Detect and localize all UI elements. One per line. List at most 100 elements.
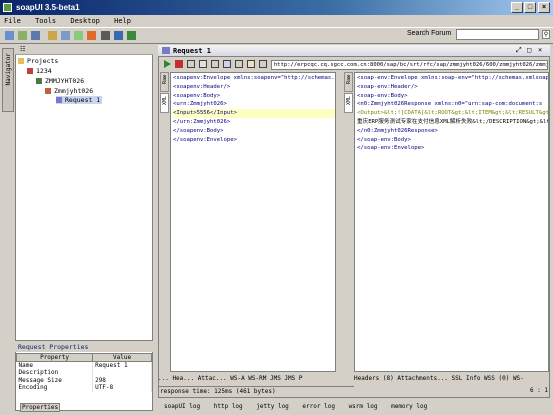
table-row[interactable]: Name Request 1 xyxy=(16,361,152,369)
table-row[interactable]: Encoding UTF-8 xyxy=(16,384,152,392)
left-raw-tab[interactable]: Raw xyxy=(160,72,169,92)
search-forum-input[interactable] xyxy=(456,29,539,40)
trial-icon[interactable] xyxy=(61,31,70,40)
navigator-header: ☷ xyxy=(15,45,153,55)
interface-icon xyxy=(36,78,42,84)
tree-label: Request 1 xyxy=(65,96,101,104)
tab-label: Raw xyxy=(346,75,352,85)
property-name: Message Size xyxy=(16,376,94,384)
property-name: Name xyxy=(16,361,94,369)
xml-line: </n0:Zmmjyht026Response> xyxy=(357,127,438,134)
navigator-tab[interactable]: Navigator xyxy=(2,48,14,112)
menu-help[interactable]: Help xyxy=(114,17,131,25)
response-time-status: response time: 125ms (461 bytes) xyxy=(158,386,354,396)
request-editor-titlebar: ⤢ □ × xyxy=(158,45,550,57)
log-tab-error[interactable]: error log xyxy=(302,403,335,410)
property-value[interactable]: Request 1 xyxy=(92,361,152,369)
column-header-property[interactable]: Property xyxy=(15,353,94,362)
menu-file[interactable]: File xyxy=(4,17,21,25)
save-all-icon[interactable] xyxy=(31,31,40,40)
close-button[interactable]: × xyxy=(538,2,550,13)
tree-item-project[interactable]: 1234 xyxy=(27,67,52,75)
proxy-icon[interactable] xyxy=(87,31,96,40)
log-tab-memory[interactable]: memory log xyxy=(391,403,427,410)
add-testcase-icon[interactable] xyxy=(223,60,231,68)
endpoint-url-field[interactable]: http://erpcqc.cq.sgcc.com.cn:8000/sap/bc… xyxy=(271,60,548,70)
response-bottom-tabs[interactable]: Headers (8) Attachments... SSL Info WSS … xyxy=(354,374,549,384)
tab-label: XML xyxy=(346,96,352,106)
xml-line: </soapenv:Envelope> xyxy=(173,136,237,143)
property-value[interactable] xyxy=(92,369,152,377)
new-project-icon[interactable] xyxy=(5,31,14,40)
submit-request-icon[interactable] xyxy=(164,60,171,68)
collapse-all-icon[interactable]: ☷ xyxy=(20,46,25,53)
table-row[interactable]: Description xyxy=(16,369,152,377)
import-project-icon[interactable] xyxy=(18,31,27,40)
soapui-logo-icon xyxy=(3,3,12,12)
clone-icon[interactable] xyxy=(211,60,219,68)
tools-icon[interactable] xyxy=(101,31,110,40)
help-icon[interactable] xyxy=(127,31,136,40)
tree-label: Zmmjyht026 xyxy=(54,87,94,95)
tab-label: XML xyxy=(162,96,168,106)
property-value[interactable]: UTF-8 xyxy=(92,384,152,392)
menu-desktop[interactable]: Desktop xyxy=(70,17,100,25)
forum-icon[interactable] xyxy=(48,31,57,40)
property-name: Description xyxy=(16,369,94,377)
response-xml-editor[interactable]: <soap-env:Envelope xmlns:soap-env="http:… xyxy=(354,72,549,372)
add-assertion-icon[interactable] xyxy=(235,60,243,68)
tile-icon[interactable] xyxy=(247,60,255,68)
xml-line: <Output>&lt;![CDATA[&lt;ROOT&gt;&lt;ITEM… xyxy=(357,110,549,117)
tab-label: Raw xyxy=(162,75,168,85)
column-header-value[interactable]: Value xyxy=(92,353,152,362)
log-tab-jetty[interactable]: jetty log xyxy=(256,403,289,410)
log-tab-soapui[interactable]: soapUI log xyxy=(164,403,200,410)
properties-tab-button[interactable]: Properties xyxy=(20,403,60,412)
right-xml-tab[interactable]: XML xyxy=(344,93,353,113)
window-title-bar: soapUI 3.5-beta1 _ □ × xyxy=(0,0,553,15)
menu-tools[interactable]: Tools xyxy=(35,17,56,25)
request-xml-editor[interactable]: <soapenv:Envelope xmlns:soapenv="http://… xyxy=(170,72,336,372)
console-icon[interactable] xyxy=(114,31,123,40)
create-empty-icon[interactable] xyxy=(187,60,195,68)
close-icon[interactable]: × xyxy=(538,46,542,54)
folder-icon xyxy=(18,58,24,64)
xml-line: </soap-env:Envelope> xyxy=(357,145,425,152)
preferences-icon[interactable] xyxy=(74,31,83,40)
maximize-button[interactable]: □ xyxy=(524,2,536,13)
xml-line: <n0:Zmmjyht026Response xmlns:n0="urn:sap… xyxy=(357,101,543,108)
xml-line: <soap-env:Header/> xyxy=(357,83,418,90)
request-bottom-tabs[interactable]: ... Hea... Attac... WS-A WS-RM JMS JMS P xyxy=(158,374,352,384)
navigator-tab-label: Navigator xyxy=(5,53,12,86)
property-value[interactable]: 298 xyxy=(92,376,152,384)
xml-line: <soap-env:Body> xyxy=(357,92,408,99)
xml-line: </soapenv:Body> xyxy=(173,127,224,134)
xml-line-input: <Input>5556</Input> xyxy=(173,109,335,118)
log-tab-wsrm[interactable]: wsrm log xyxy=(349,403,378,410)
maximize-icon[interactable]: □ xyxy=(527,46,531,54)
table-row[interactable]: Message Size 298 xyxy=(16,376,152,384)
search-go-icon[interactable]: ⚲ xyxy=(542,30,550,39)
recreate-icon[interactable] xyxy=(199,60,207,68)
properties-table: Property Value Name Request 1 Description … xyxy=(15,353,152,392)
xml-line: <soap-env:Envelope xmlns:soap-env="http:… xyxy=(357,75,549,81)
cancel-request-icon[interactable] xyxy=(175,60,183,68)
tree-item-projects[interactable]: Projects xyxy=(18,57,58,65)
right-raw-tab[interactable]: Raw xyxy=(344,72,353,92)
xml-line: <soapenv:Header/> xyxy=(173,83,231,90)
tree-item-request[interactable]: Request 1 xyxy=(56,96,103,104)
xml-line: 重庆ERP服务测试专家在支付信息XML解析失败&lt;/DESCRIPTION&… xyxy=(357,118,549,125)
request-icon xyxy=(56,97,62,103)
minimize-button[interactable]: _ xyxy=(511,2,523,13)
tree-item-interface[interactable]: ZMMJYHT026 xyxy=(36,77,84,85)
window-title: soapUI 3.5-beta1 xyxy=(16,3,80,12)
left-xml-tab[interactable]: XML xyxy=(160,93,169,113)
split-icon[interactable] xyxy=(259,60,267,68)
detach-icon[interactable]: ⤢ xyxy=(516,46,522,55)
tree-item-operation[interactable]: Zmmjyht026 xyxy=(45,87,93,95)
log-tabs-bar: soapUI log http log jetty log error log … xyxy=(158,400,550,413)
tree-label: Projects xyxy=(27,57,59,65)
log-tab-http[interactable]: http log xyxy=(214,403,243,410)
xml-line: </soap-env:Body> xyxy=(357,136,411,143)
search-label: Search Forum xyxy=(407,30,452,37)
